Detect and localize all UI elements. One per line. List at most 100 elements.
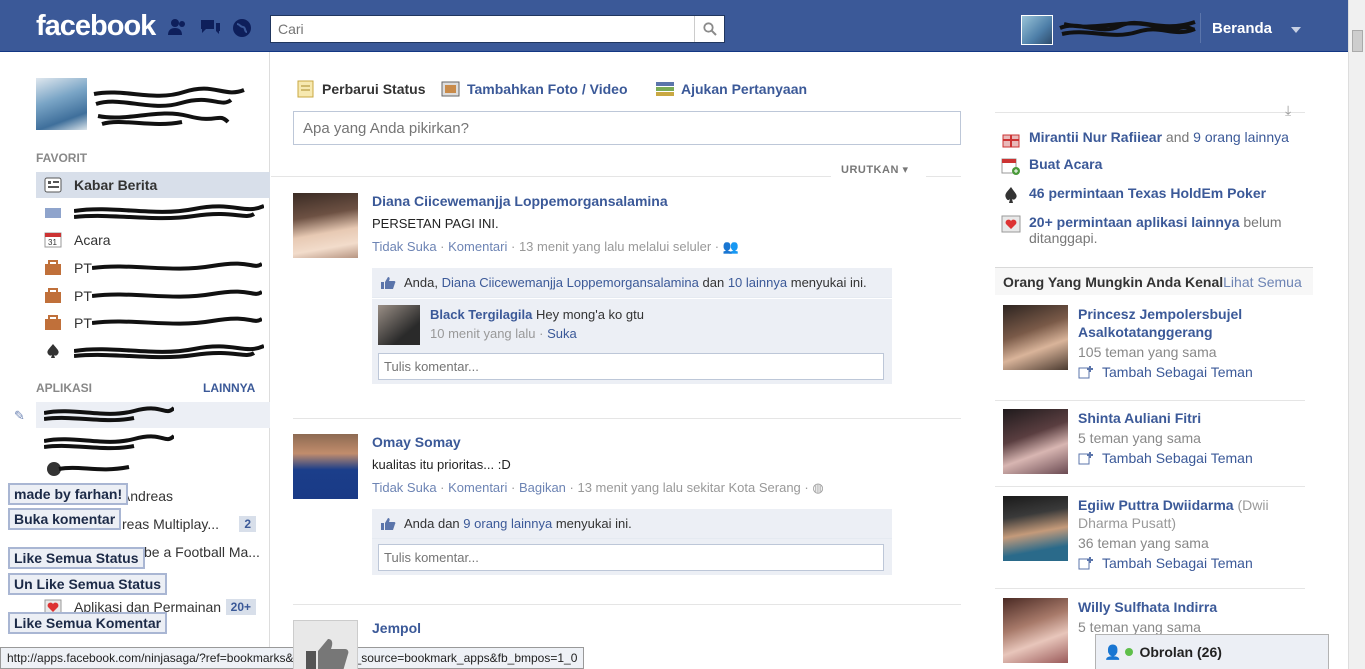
story-author[interactable]: Diana Ciicewemanjja Loppemorgansalamina	[372, 193, 892, 209]
unlike-link[interactable]: Tidak Suka	[372, 239, 437, 254]
add-friend-icon	[1078, 365, 1094, 379]
sidebar-item-label: PT	[74, 288, 92, 304]
open-comments-button[interactable]: Buka komentar	[8, 508, 122, 530]
person-avatar[interactable]	[1003, 409, 1068, 474]
notification-create-event[interactable]: Buat Acara	[1001, 156, 1301, 175]
my-name-scribble[interactable]	[92, 84, 247, 130]
liker-link[interactable]: Diana Ciicewemanjja Loppemorgansalamina	[442, 275, 699, 290]
sidebar-item-group-3[interactable]: PT	[36, 310, 270, 336]
divider	[995, 486, 1305, 487]
person-name[interactable]: Shinta Auliani Fitri	[1078, 409, 1303, 427]
story-author-avatar[interactable]	[293, 620, 358, 669]
divider	[293, 604, 961, 605]
scrollbar-thumb[interactable]	[1352, 30, 1363, 52]
notification-bold-text[interactable]: 20+ permintaan aplikasi lainnya	[1029, 214, 1240, 230]
window-scrollbar[interactable]	[1348, 0, 1365, 669]
notification-bold-text[interactable]: Mirantii Nur Rafiiear	[1029, 129, 1162, 145]
sidebar-app-1[interactable]	[36, 402, 270, 428]
story-text: PERSETAN PAGI INI.	[372, 216, 499, 231]
comment-link[interactable]: Komentari	[448, 480, 507, 495]
sidebar-app-3[interactable]	[36, 456, 270, 482]
mutual-friends[interactable]: 5 teman yang sama	[1078, 429, 1303, 447]
tab-ask-question[interactable]: Ajukan Pertanyaan	[655, 80, 807, 98]
search-icon[interactable]	[694, 16, 724, 42]
unlike-all-status-button[interactable]: Un Like Semua Status	[8, 573, 168, 595]
likers-count-link[interactable]: 10 lainnya	[728, 275, 787, 290]
add-friend-icon	[1078, 556, 1094, 570]
apps-more-link[interactable]: LAINNYA	[203, 381, 255, 395]
facebook-logo[interactable]: facebook	[36, 10, 156, 43]
divider	[271, 176, 831, 177]
status-input[interactable]	[293, 111, 961, 145]
person-avatar[interactable]	[1003, 305, 1068, 370]
sidebar-item-events[interactable]: 31 Acara	[36, 227, 270, 253]
tab-update-status[interactable]: Perbarui Status	[296, 80, 425, 98]
person-name[interactable]: Willy Sulfhata Indirra	[1078, 598, 1303, 616]
sidebar-item-messages[interactable]	[36, 200, 270, 226]
search-input[interactable]	[271, 16, 691, 42]
write-comment-input[interactable]	[378, 544, 884, 571]
notifications-globe-icon[interactable]	[232, 18, 252, 37]
sort-dropdown[interactable]: URUTKAN ▾	[841, 163, 908, 176]
share-link[interactable]: Bagikan	[519, 480, 566, 495]
messages-icon[interactable]	[200, 18, 220, 36]
person-avatar[interactable]	[1003, 496, 1068, 561]
news-feed: Perbarui Status Tambahkan Foto / Video A…	[271, 52, 983, 669]
add-friend-label: Tambah Sebagai Teman	[1102, 450, 1253, 466]
mutual-friends[interactable]: 36 teman yang sama	[1078, 534, 1303, 552]
add-friend-button[interactable]: Tambah Sebagai Teman	[1078, 364, 1303, 380]
right-sidebar: ⤓ Mirantii Nur Rafiiear and 9 orang lain…	[995, 52, 1313, 669]
unlike-link[interactable]: Tidak Suka	[372, 480, 437, 495]
add-friend-button[interactable]: Tambah Sebagai Teman	[1078, 555, 1303, 571]
sidebar-item-news-feed[interactable]: Kabar Berita	[36, 172, 270, 198]
my-profile-avatar[interactable]	[36, 78, 87, 130]
likes-sentence: Anda, Diana Ciicewemanjja Loppemorgansal…	[372, 268, 892, 298]
edit-pencil-icon[interactable]: ✎	[14, 408, 25, 424]
see-all-link[interactable]: Lihat Semua	[1223, 274, 1302, 290]
profile-name-scribble[interactable]	[1058, 18, 1198, 42]
tab-label: Ajukan Pertanyaan	[681, 81, 808, 97]
notification-link[interactable]: 9 orang lainnya	[1193, 129, 1289, 145]
like-thumb-icon	[381, 276, 396, 289]
chat-bar[interactable]: 👤 Obrolan (26)	[1095, 634, 1329, 669]
story-author-avatar[interactable]	[293, 434, 358, 499]
feedback-box: Anda dan 9 orang lainnya menyukai ini.	[372, 509, 892, 575]
likers-count-link[interactable]: 9 orang lainnya	[463, 516, 552, 531]
sidebar-item-group-1[interactable]: PT	[36, 255, 270, 281]
download-icon[interactable]: ⤓	[1285, 102, 1291, 119]
story-author-avatar[interactable]	[293, 193, 358, 258]
like-all-status-button[interactable]: Like Semua Status	[8, 547, 145, 569]
write-comment-input[interactable]	[378, 353, 884, 380]
comment-link[interactable]: Komentari	[448, 239, 507, 254]
comment-time[interactable]: 10 menit yang lalu	[430, 326, 536, 341]
add-friend-button[interactable]: Tambah Sebagai Teman	[1078, 450, 1303, 466]
home-link[interactable]: Beranda	[1212, 20, 1272, 37]
made-by-button[interactable]: made by farhan!	[8, 483, 129, 505]
story-author[interactable]: Omay Somay	[372, 434, 892, 450]
person-name[interactable]: Princesz Jempolersbujel Asalkotatanggera…	[1078, 305, 1303, 341]
story-time[interactable]: 13 menit yang lalu sekitar Kota Serang	[577, 480, 800, 495]
profile-avatar[interactable]	[1021, 15, 1053, 45]
story-author[interactable]: Jempol	[372, 620, 892, 636]
person-avatar[interactable]	[1003, 598, 1068, 663]
top-divider	[1200, 13, 1201, 43]
sidebar-item-group-2[interactable]: PT	[36, 283, 270, 309]
comment-like-link[interactable]: Suka	[547, 326, 577, 341]
tab-add-photo-video[interactable]: Tambahkan Foto / Video	[441, 80, 628, 98]
sidebar-app-2[interactable]	[36, 430, 270, 456]
divider	[293, 418, 961, 419]
friend-requests-icon[interactable]	[168, 18, 188, 36]
notification-poker-requests[interactable]: 46 permintaan Texas HoldEm Poker	[1001, 185, 1301, 204]
story-time[interactable]: 13 menit yang lalu melalui seluler	[519, 239, 711, 254]
commenter-avatar[interactable]	[378, 305, 420, 345]
svg-text:31: 31	[48, 238, 57, 247]
notification-text: and	[1165, 129, 1190, 145]
commenter-name[interactable]: Black Tergilagila	[430, 307, 532, 322]
mutual-friends[interactable]: 105 teman yang sama	[1078, 343, 1303, 361]
account-menu-chevron-down-icon[interactable]	[1291, 27, 1301, 33]
person-name[interactable]: Egiiw Puttra Dwiidarma (Dwii Dharma Pusa…	[1078, 496, 1303, 532]
notification-birthday[interactable]: Mirantii Nur Rafiiear and 9 orang lainny…	[1001, 129, 1301, 148]
sidebar-item-poker[interactable]	[36, 338, 270, 364]
notification-app-requests[interactable]: 20+ permintaan aplikasi lainnya belum di…	[1001, 214, 1301, 246]
like-all-comments-button[interactable]: Like Semua Komentar	[8, 612, 168, 634]
